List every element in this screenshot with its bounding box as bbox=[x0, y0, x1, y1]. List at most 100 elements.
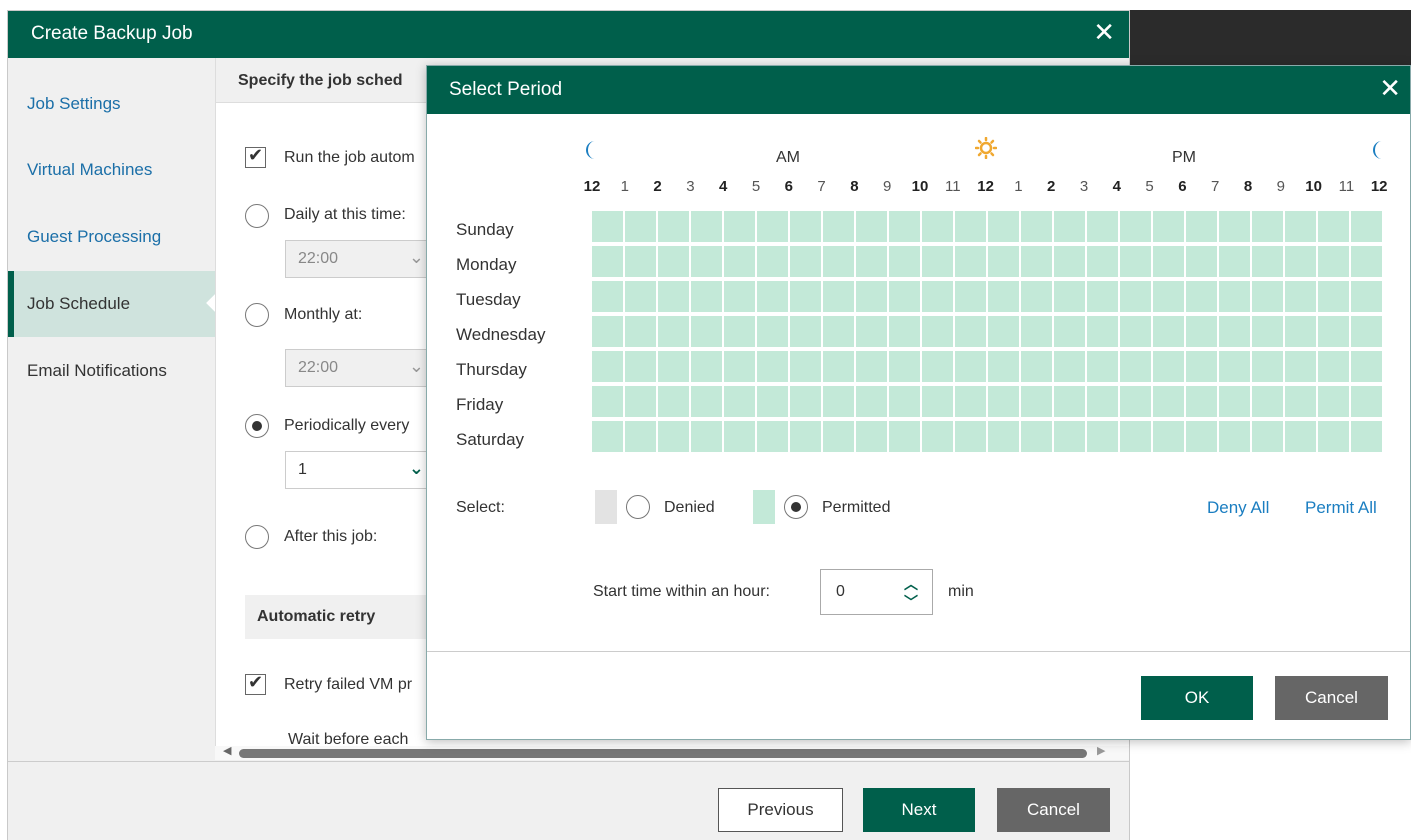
schedule-cell[interactable] bbox=[1351, 246, 1382, 277]
schedule-cell[interactable] bbox=[1087, 246, 1118, 277]
schedule-cell[interactable] bbox=[790, 246, 821, 277]
schedule-cell[interactable] bbox=[592, 351, 623, 382]
schedule-cell[interactable] bbox=[658, 351, 689, 382]
schedule-cell[interactable] bbox=[1318, 281, 1349, 312]
horizontal-scrollbar[interactable]: ◀ ▶ bbox=[215, 744, 1129, 760]
ok-button[interactable]: OK bbox=[1141, 676, 1253, 720]
schedule-cell[interactable] bbox=[1054, 246, 1085, 277]
schedule-cell[interactable] bbox=[1120, 386, 1151, 417]
sidebar-item-job-settings[interactable]: Job Settings bbox=[8, 71, 215, 137]
schedule-cell[interactable] bbox=[1087, 211, 1118, 242]
schedule-cell[interactable] bbox=[691, 421, 722, 452]
schedule-cell[interactable] bbox=[889, 281, 920, 312]
sidebar-item-email-notifications[interactable]: Email Notifications bbox=[8, 338, 215, 404]
schedule-cell[interactable] bbox=[592, 281, 623, 312]
schedule-cell[interactable] bbox=[1351, 316, 1382, 347]
schedule-cell[interactable] bbox=[1252, 211, 1283, 242]
schedule-cell[interactable] bbox=[922, 281, 953, 312]
schedule-cell[interactable] bbox=[1351, 281, 1382, 312]
schedule-cell[interactable] bbox=[1153, 246, 1184, 277]
schedule-cell[interactable] bbox=[1351, 351, 1382, 382]
schedule-cell[interactable] bbox=[856, 421, 887, 452]
schedule-cell[interactable] bbox=[988, 211, 1019, 242]
schedule-cell[interactable] bbox=[592, 316, 623, 347]
schedule-cell[interactable] bbox=[955, 421, 986, 452]
schedule-cell[interactable] bbox=[757, 421, 788, 452]
schedule-cell[interactable] bbox=[1252, 421, 1283, 452]
schedule-cell[interactable] bbox=[691, 246, 722, 277]
schedule-cell[interactable] bbox=[625, 316, 656, 347]
schedule-cell[interactable] bbox=[658, 281, 689, 312]
schedule-cell[interactable] bbox=[691, 316, 722, 347]
monthly-radio[interactable] bbox=[245, 303, 269, 327]
after-job-radio[interactable] bbox=[245, 525, 269, 549]
schedule-cell[interactable] bbox=[724, 281, 755, 312]
schedule-cell[interactable] bbox=[1021, 246, 1052, 277]
schedule-cell[interactable] bbox=[691, 211, 722, 242]
schedule-cell[interactable] bbox=[1285, 316, 1316, 347]
chevron-up-icon[interactable]: ︿ bbox=[904, 574, 918, 594]
schedule-cell[interactable] bbox=[1120, 246, 1151, 277]
schedule-cell[interactable] bbox=[625, 211, 656, 242]
schedule-cell[interactable] bbox=[757, 316, 788, 347]
permitted-radio[interactable] bbox=[784, 495, 808, 519]
schedule-cell[interactable] bbox=[1021, 316, 1052, 347]
schedule-cell[interactable] bbox=[856, 211, 887, 242]
schedule-cell[interactable] bbox=[1351, 211, 1382, 242]
schedule-cell[interactable] bbox=[1087, 351, 1118, 382]
schedule-cell[interactable] bbox=[757, 386, 788, 417]
schedule-cell[interactable] bbox=[1054, 386, 1085, 417]
schedule-cell[interactable] bbox=[790, 281, 821, 312]
periodically-value-select[interactable]: 1 ⌄ bbox=[285, 451, 435, 489]
schedule-cell[interactable] bbox=[790, 316, 821, 347]
schedule-cell[interactable] bbox=[1186, 281, 1217, 312]
next-button[interactable]: Next bbox=[863, 788, 975, 832]
schedule-cell[interactable] bbox=[757, 281, 788, 312]
schedule-cell[interactable] bbox=[1120, 211, 1151, 242]
close-icon[interactable]: ✕ bbox=[1379, 75, 1401, 101]
schedule-cell[interactable] bbox=[1120, 281, 1151, 312]
schedule-cell[interactable] bbox=[856, 351, 887, 382]
schedule-cell[interactable] bbox=[1054, 421, 1085, 452]
schedule-cell[interactable] bbox=[1021, 386, 1052, 417]
schedule-cell[interactable] bbox=[1054, 281, 1085, 312]
denied-radio[interactable] bbox=[626, 495, 650, 519]
dialog-cancel-button[interactable]: Cancel bbox=[1275, 676, 1388, 720]
schedule-cell[interactable] bbox=[823, 386, 854, 417]
schedule-cell[interactable] bbox=[1120, 351, 1151, 382]
retry-failed-checkbox[interactable]: ✔ bbox=[245, 672, 266, 695]
schedule-cell[interactable] bbox=[1219, 211, 1250, 242]
schedule-cell[interactable] bbox=[691, 281, 722, 312]
schedule-cell[interactable] bbox=[1285, 211, 1316, 242]
schedule-cell[interactable] bbox=[691, 351, 722, 382]
schedule-cell[interactable] bbox=[592, 246, 623, 277]
schedule-cell[interactable] bbox=[1153, 281, 1184, 312]
run-automatically-checkbox[interactable]: ✔ bbox=[245, 145, 266, 168]
schedule-cell[interactable] bbox=[889, 351, 920, 382]
schedule-cell[interactable] bbox=[1054, 211, 1085, 242]
schedule-cell[interactable] bbox=[1054, 351, 1085, 382]
schedule-cell[interactable] bbox=[1252, 316, 1283, 347]
scroll-right-icon[interactable]: ▶ bbox=[1097, 744, 1105, 757]
schedule-cell[interactable] bbox=[1087, 421, 1118, 452]
schedule-cell[interactable] bbox=[790, 211, 821, 242]
schedule-cell[interactable] bbox=[922, 386, 953, 417]
schedule-cell[interactable] bbox=[988, 316, 1019, 347]
schedule-cell[interactable] bbox=[1153, 211, 1184, 242]
schedule-cell[interactable] bbox=[1087, 316, 1118, 347]
schedule-cell[interactable] bbox=[1285, 351, 1316, 382]
schedule-cell[interactable] bbox=[889, 316, 920, 347]
schedule-cell[interactable] bbox=[1252, 386, 1283, 417]
schedule-cell[interactable] bbox=[625, 281, 656, 312]
schedule-cell[interactable] bbox=[1219, 386, 1250, 417]
schedule-cell[interactable] bbox=[823, 421, 854, 452]
schedule-cell[interactable] bbox=[724, 386, 755, 417]
schedule-cell[interactable] bbox=[592, 386, 623, 417]
schedule-cell[interactable] bbox=[1153, 316, 1184, 347]
scrollbar-thumb[interactable] bbox=[239, 749, 1087, 758]
schedule-cell[interactable] bbox=[856, 386, 887, 417]
schedule-cell[interactable] bbox=[757, 211, 788, 242]
schedule-cell[interactable] bbox=[658, 386, 689, 417]
schedule-cell[interactable] bbox=[1186, 211, 1217, 242]
schedule-cell[interactable] bbox=[1087, 386, 1118, 417]
